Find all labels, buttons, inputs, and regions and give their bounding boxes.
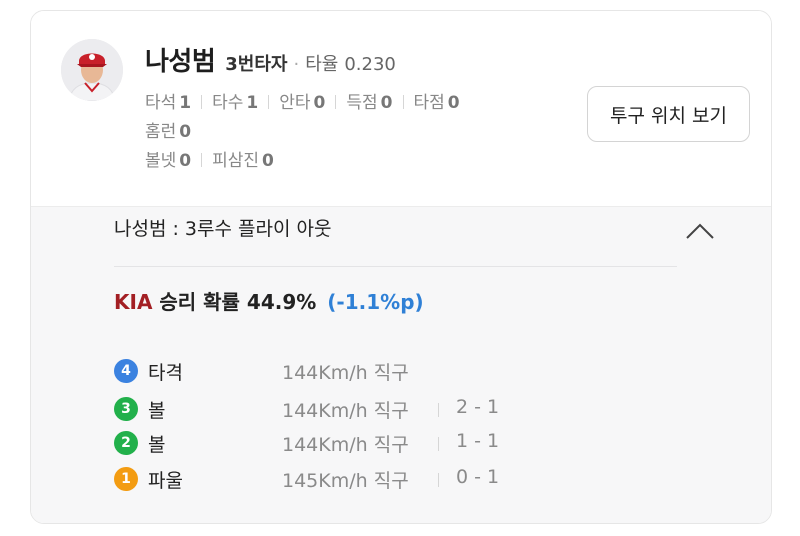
- pitch-count: 2 - 1: [456, 396, 500, 418]
- player-summary: 나성범 3번타자 · 타율 0.230 타석 1 타수 1 안타 0 득점 0 타점 0 홈런 0 …: [31, 11, 771, 207]
- pitch-count: 0 - 1: [456, 466, 500, 488]
- separator-dot: ·: [293, 54, 300, 75]
- pitch-row: 1 파울 145Km/h 직구 0 - 1: [114, 462, 534, 496]
- win-probability: KIA 승리 확률 44.9% (-1.1%p): [114, 286, 424, 315]
- pitch-type: 직구: [373, 434, 409, 456]
- pitch-info: 144Km/h 직구: [282, 430, 409, 457]
- stat-rbi: 타점 0: [413, 93, 460, 113]
- stat-divider: [268, 95, 270, 109]
- pitch-row: 3 볼 144Km/h 직구 2 - 1: [114, 392, 534, 426]
- team-name: KIA: [114, 290, 153, 314]
- pitch-number-badge: 1: [114, 467, 138, 491]
- stat-hits: 안타 0: [279, 93, 326, 113]
- pitch-speed: 144Km/h: [282, 362, 368, 384]
- play-result-text: 나성범 : 3루수 플라이 아웃: [114, 218, 332, 240]
- pitch-result: 볼: [148, 400, 166, 422]
- player-photo: [61, 39, 123, 101]
- pitch-result: 파울: [148, 470, 183, 492]
- stats-line: 홈런 0: [145, 118, 545, 147]
- pitch-row: 2 볼 144Km/h 직구 1 - 1: [114, 426, 534, 460]
- pitch-type: 직구: [373, 400, 409, 422]
- pitch-info: 145Km/h 직구: [282, 466, 409, 493]
- win-probability-value: 승리 확률 44.9%: [159, 290, 317, 314]
- pitch-type: 직구: [373, 362, 409, 384]
- pitch-info: 144Km/h 직구: [282, 358, 409, 385]
- chevron-up-icon: [686, 223, 714, 239]
- stat-runs: 득점 0: [346, 93, 393, 113]
- pitch-speed: 145Km/h: [282, 470, 368, 492]
- win-probability-delta: (-1.1%p): [327, 290, 424, 314]
- player-name: 나성범: [145, 47, 216, 77]
- pitch-result: 타격: [148, 362, 183, 384]
- count-divider: [438, 437, 439, 451]
- pitch-speed: 144Km/h: [282, 400, 368, 422]
- stat-divider: [402, 95, 404, 109]
- count-divider: [438, 403, 439, 417]
- section-divider: [114, 266, 677, 267]
- player-avatar: [61, 39, 123, 101]
- player-header: 나성범 3번타자 · 타율 0.230: [145, 41, 396, 78]
- stats-line: 타석 1 타수 1 안타 0 득점 0 타점 0: [145, 89, 545, 118]
- stat-walks: 볼넷 0: [145, 151, 192, 171]
- collapse-toggle[interactable]: [684, 220, 716, 242]
- count-divider: [438, 473, 439, 487]
- pitch-speed: 144Km/h: [282, 434, 368, 456]
- batting-stats: 타석 1 타수 1 안타 0 득점 0 타점 0 홈런 0 볼넷 0 피삼진 0: [145, 89, 545, 176]
- pitch-count: 1 - 1: [456, 430, 500, 452]
- stat-divider: [335, 95, 337, 109]
- view-pitch-location-button[interactable]: 투구 위치 보기: [587, 86, 750, 142]
- stat-divider: [201, 153, 203, 167]
- batting-average-value: 0.230: [344, 54, 396, 75]
- pitch-type: 직구: [373, 470, 409, 492]
- pitch-info: 144Km/h 직구: [282, 396, 409, 423]
- pitch-number-badge: 2: [114, 431, 138, 455]
- pitch-number-badge: 4: [114, 359, 138, 383]
- stat-plate-appearances: 타석 1: [145, 93, 192, 113]
- stats-line: 볼넷 0 피삼진 0: [145, 147, 545, 176]
- stat-at-bats: 타수 1: [212, 93, 259, 113]
- stat-strikeouts: 피삼진 0: [212, 151, 274, 171]
- batting-average-label: 타율: [305, 54, 339, 75]
- pitch-result: 볼: [148, 434, 166, 456]
- stat-home-runs: 홈런 0: [145, 122, 192, 142]
- stat-divider: [201, 95, 203, 109]
- pitch-number-badge: 3: [114, 397, 138, 421]
- batting-order: 3번타자: [225, 54, 288, 75]
- pitch-row: 4 타격 144Km/h 직구: [114, 354, 534, 388]
